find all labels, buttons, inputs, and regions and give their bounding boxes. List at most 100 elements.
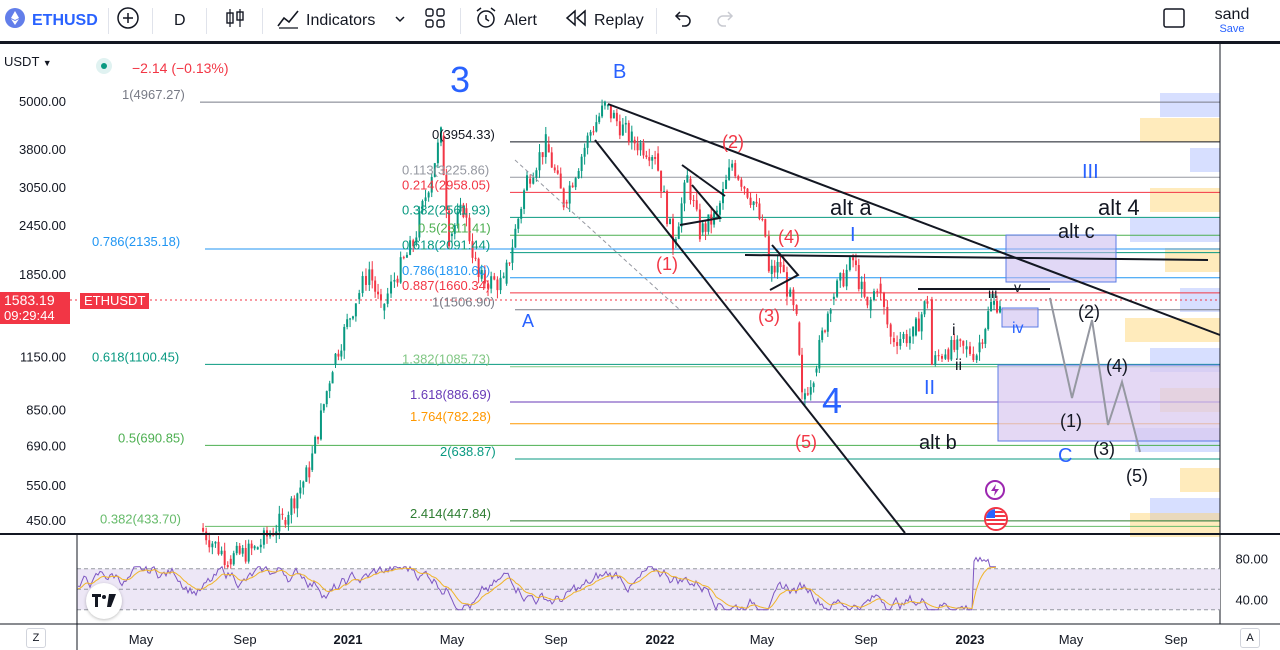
- templates-button[interactable]: [424, 0, 446, 41]
- save-button[interactable]: Save: [1219, 23, 1244, 35]
- tradingview-logo[interactable]: [86, 583, 122, 619]
- symbol-search[interactable]: ETHUSD: [4, 0, 98, 41]
- toolbar-divider: [206, 8, 207, 34]
- candle-body: [953, 339, 956, 350]
- wave-label: (4): [1106, 356, 1128, 376]
- user-name: sand: [1214, 5, 1250, 23]
- currency-selector[interactable]: USDT ▼: [4, 54, 52, 69]
- undo-button[interactable]: [672, 0, 694, 41]
- zoom-button[interactable]: Z: [26, 628, 46, 648]
- candle-body: [651, 157, 654, 161]
- candle-body: [627, 122, 630, 142]
- candle-body: [317, 436, 320, 440]
- candle-body: [299, 487, 302, 494]
- layout-button[interactable]: [1162, 0, 1186, 41]
- candle-body: [695, 200, 698, 210]
- candle-body: [812, 383, 815, 388]
- candle-body: [743, 186, 746, 189]
- candle-body: [821, 330, 824, 340]
- candle-body: [259, 544, 262, 548]
- candle-body: [529, 178, 532, 184]
- candle-body: [278, 513, 281, 532]
- indicators-label: Indicators: [306, 11, 376, 29]
- candle-body: [718, 203, 721, 215]
- candle-body: [615, 112, 618, 122]
- candle-body: [229, 558, 232, 565]
- indicators-dropdown[interactable]: [394, 0, 406, 41]
- time-tick-label: Sep: [1164, 632, 1187, 647]
- c-target-box[interactable]: [997, 364, 1221, 442]
- candle-body: [905, 334, 908, 344]
- wave-label: (5): [795, 432, 817, 452]
- candle-body: [737, 176, 740, 180]
- candle-body: [912, 326, 915, 337]
- add-symbol-button[interactable]: [116, 0, 140, 41]
- candle-body: [553, 167, 556, 171]
- user-menu[interactable]: sand Save: [1208, 0, 1256, 41]
- candle-body: [630, 131, 633, 142]
- candle-body: [508, 262, 511, 264]
- interval-button[interactable]: D: [174, 0, 186, 41]
- candle-body: [680, 203, 683, 227]
- candle-body: [920, 314, 923, 332]
- candle-body: [767, 236, 770, 272]
- replay-button[interactable]: Replay: [564, 0, 644, 41]
- chart-area[interactable]: 1(4967.27) 0(3954.33) 0.113(3225.86) 0.214(…: [0, 44, 1280, 650]
- candle-body: [872, 291, 875, 300]
- lightning-event-icon[interactable]: [985, 480, 1005, 500]
- candle-body: [882, 292, 885, 307]
- candle-body: [390, 281, 393, 294]
- indicators-button[interactable]: Indicators: [276, 0, 375, 41]
- candle-body: [669, 218, 672, 225]
- wave-label: v: [1014, 279, 1021, 295]
- candle-body: [789, 289, 792, 297]
- candle-body: [354, 303, 357, 317]
- alert-button[interactable]: Alert: [474, 0, 537, 41]
- candle-body: [937, 355, 940, 357]
- fib-label: 0.113(3225.86): [402, 162, 489, 177]
- wave-label: 4: [822, 380, 842, 421]
- toolbar-divider: [262, 8, 263, 34]
- wave-label: alt c: [1058, 221, 1095, 243]
- candle-body: [863, 281, 866, 297]
- price-tick-label: 2450.00: [19, 218, 66, 233]
- candle-body: [281, 513, 284, 515]
- fib-label: 2.414(447.84): [410, 506, 491, 521]
- chart-type-button[interactable]: [224, 0, 246, 41]
- wave-label: (4): [778, 227, 800, 247]
- candle-body: [556, 170, 559, 174]
- candle-body: [220, 550, 223, 555]
- wave-label: (1): [656, 254, 678, 274]
- price-tick-label: 1150.00: [20, 350, 66, 365]
- rsi-tick-label: 80.00: [1235, 552, 1268, 567]
- candle-body: [795, 305, 798, 314]
- candle-body: [852, 257, 855, 261]
- status-dot: [96, 58, 112, 74]
- price-tick-label: 1850.00: [19, 267, 66, 282]
- rewind-icon: [564, 6, 588, 35]
- us-flag-icon[interactable]: [984, 507, 1008, 531]
- candle-body: [586, 135, 589, 148]
- candle-body: [648, 157, 651, 161]
- wave-label: alt b: [919, 432, 957, 454]
- auto-scale-button[interactable]: A: [1240, 628, 1260, 648]
- fib-label: 1.382(1085.73): [402, 352, 490, 367]
- wave-label: III: [1082, 161, 1099, 183]
- fib-label: 0.786(1810.60): [402, 263, 490, 278]
- candle-body: [314, 436, 317, 454]
- candle-body: [764, 219, 767, 237]
- undo-icon: [672, 7, 694, 34]
- candle-body: [305, 467, 308, 482]
- candle-body: [532, 177, 535, 184]
- candle-body: [496, 279, 499, 291]
- volume-profile-bar: [1140, 118, 1220, 142]
- redo-button[interactable]: [714, 0, 736, 41]
- candle-body: [262, 530, 265, 545]
- candle-body: [559, 173, 562, 189]
- candle-body: [379, 294, 382, 301]
- currency-label: USDT: [4, 54, 40, 69]
- last-price-tag[interactable]: 1583.19 09:29:44: [0, 292, 70, 324]
- candle-body: [402, 257, 405, 259]
- price-tick-label: 850.00: [26, 402, 66, 417]
- candle-body: [940, 355, 943, 359]
